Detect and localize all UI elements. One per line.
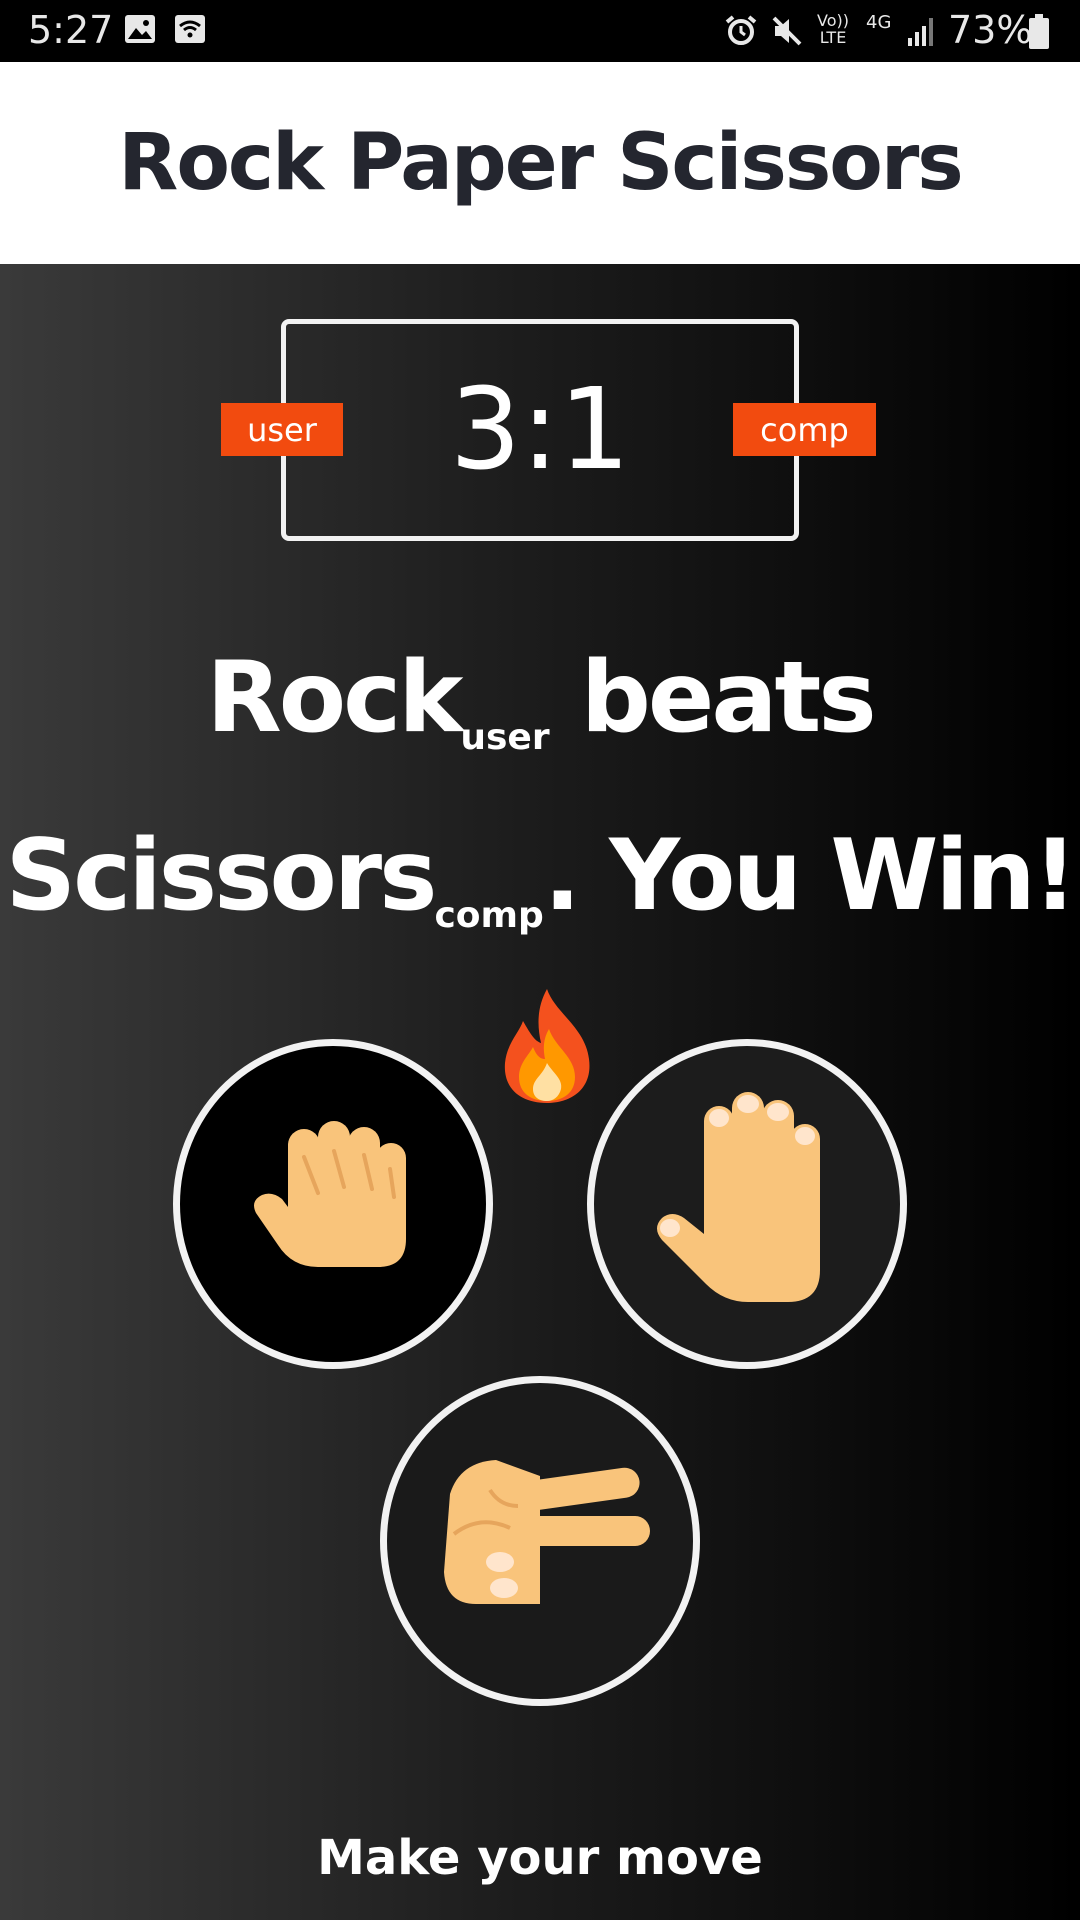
user-move-text: Rock <box>206 641 463 755</box>
rock-button[interactable] <box>173 1039 493 1369</box>
comp-move-text: Scissors <box>5 819 438 933</box>
fist-icon <box>248 1117 418 1291</box>
status-bar: 5:27 Vo)) LTE 4G 73% <box>0 0 1080 62</box>
4g-icon: 4G <box>866 12 892 33</box>
make-move-prompt: Make your move <box>317 1830 763 1886</box>
scoreboard: 3:1 <box>281 319 799 541</box>
battery-icon <box>1028 14 1050 54</box>
result-verb: beats <box>580 641 877 755</box>
page-title: Rock Paper Scissors <box>118 118 963 208</box>
paper-button[interactable] <box>587 1039 907 1369</box>
user-subscript: user <box>460 717 550 758</box>
outcome-text: . You Win! <box>543 819 1078 933</box>
wifi-icon <box>174 14 206 48</box>
battery-percent: 73% <box>948 8 1033 52</box>
comp-subscript: comp <box>434 895 544 936</box>
status-time: 5:27 <box>28 8 114 52</box>
game-area: 3:1 user comp Rockuser beats Scissorscom… <box>0 264 1080 1920</box>
alarm-icon <box>724 14 758 52</box>
user-badge: user <box>221 403 343 456</box>
fire-icon <box>497 985 597 1141</box>
victory-hand-icon <box>430 1454 650 1628</box>
score-value: 3:1 <box>449 365 631 495</box>
result-message: Rockuser beats Scissorscomp. You Win! <box>0 629 1080 1141</box>
volte-icon: Vo)) LTE <box>817 11 849 47</box>
signal-icon <box>904 14 938 52</box>
comp-badge: comp <box>733 403 876 456</box>
app-header: Rock Paper Scissors <box>0 62 1080 264</box>
open-hand-icon <box>652 1092 842 1316</box>
mute-icon <box>770 14 804 52</box>
image-icon <box>124 14 156 48</box>
scissors-button[interactable] <box>380 1376 700 1706</box>
